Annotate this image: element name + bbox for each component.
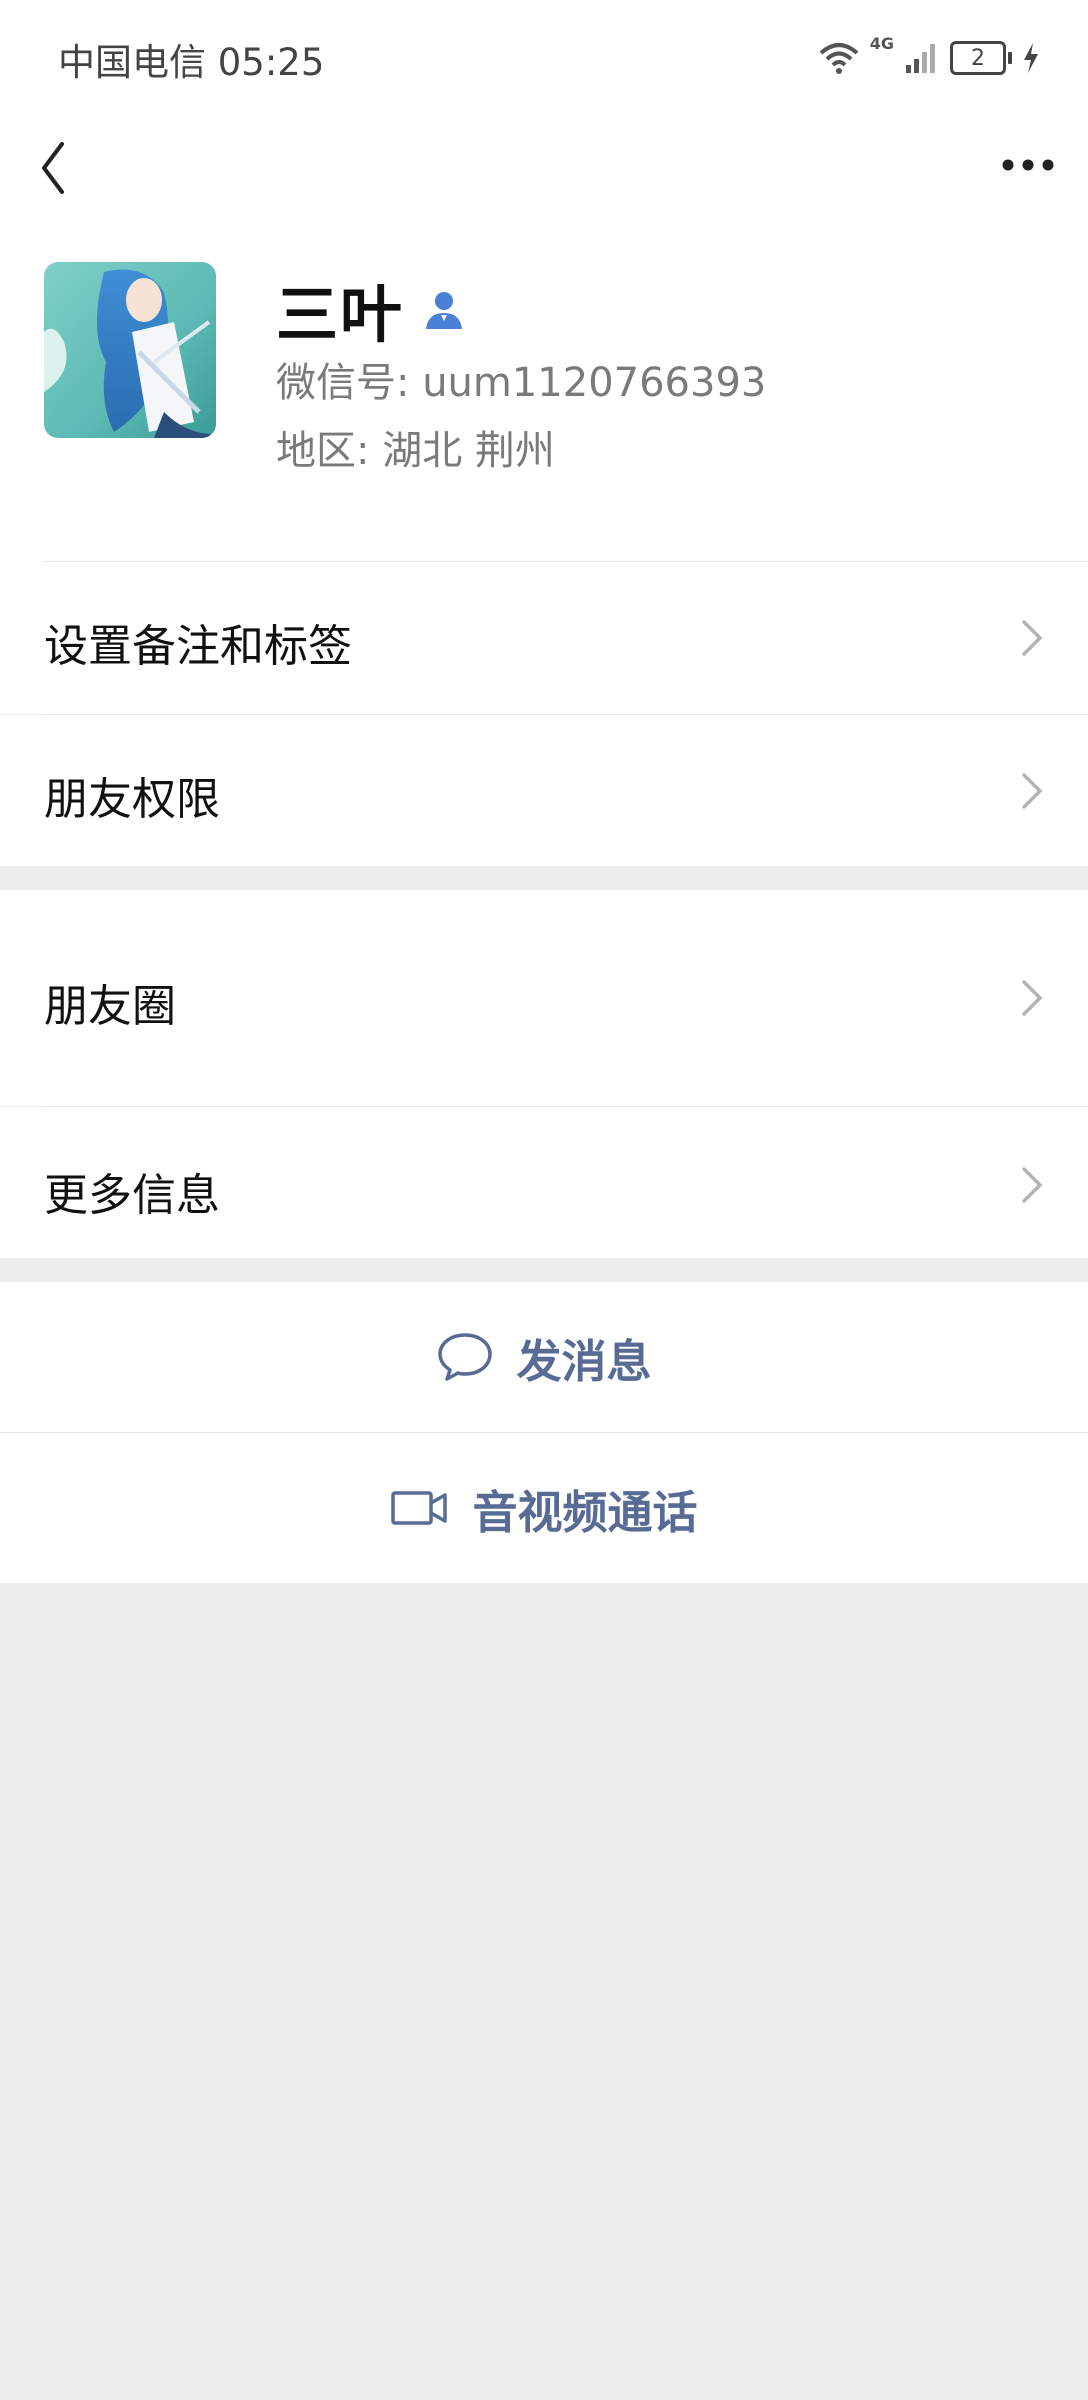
battery-icon: 2 (950, 41, 1012, 75)
network-type: 4G (869, 34, 894, 53)
status-icons: 4G 2 (818, 34, 1040, 82)
status-bar: 中国电信 05:25 4G 2 (0, 0, 1088, 110)
carrier-time: 中国电信 05:25 (58, 41, 325, 84)
back-button[interactable] (30, 128, 110, 208)
permissions-row[interactable]: 朋友权限 (0, 715, 1088, 866)
contact-name: 三叶 (276, 278, 405, 351)
charging-icon (1024, 43, 1038, 73)
chevron-right-icon (1022, 980, 1043, 1016)
top-nav (0, 110, 1088, 240)
name-row: 三叶 (276, 264, 466, 354)
wechat-id: 微信号: uum1120766393 (276, 360, 767, 406)
more-dots-icon (1002, 159, 1054, 171)
chat-bubble-icon (438, 1333, 493, 1381)
send-message-button[interactable]: 发消息 (0, 1282, 1088, 1432)
avatar[interactable] (44, 262, 216, 438)
region: 地区: 湖北 荆州 (276, 428, 555, 474)
more-info-label: 更多信息 (44, 1170, 220, 1221)
chevron-right-icon (1022, 773, 1043, 809)
more-button[interactable] (988, 138, 1068, 198)
profile-card: 三叶 微信号: uum1120766393 地区: 湖北 荆州 (0, 240, 1088, 562)
moments-row[interactable]: 朋友圈 (0, 890, 1088, 1106)
remark-tags-row[interactable]: 设置备注和标签 (0, 562, 1088, 714)
moments-label: 朋友圈 (44, 981, 176, 1032)
av-call-button[interactable]: 音视频通话 (0, 1433, 1088, 1583)
signal-icon (906, 44, 935, 73)
chevron-left-icon (42, 142, 64, 194)
permissions-label: 朋友权限 (44, 774, 220, 825)
remark-tags-label: 设置备注和标签 (44, 621, 352, 672)
chevron-right-icon (1022, 1167, 1043, 1203)
chevron-right-icon (1022, 620, 1043, 656)
video-camera-icon (391, 1491, 448, 1525)
battery-level: 2 (971, 45, 985, 71)
send-message-label: 发消息 (516, 1334, 652, 1388)
user-badge-icon (426, 292, 463, 329)
wifi-icon (819, 43, 859, 74)
more-info-row[interactable]: 更多信息 (0, 1107, 1088, 1258)
av-call-label: 音视频通话 (472, 1485, 698, 1539)
